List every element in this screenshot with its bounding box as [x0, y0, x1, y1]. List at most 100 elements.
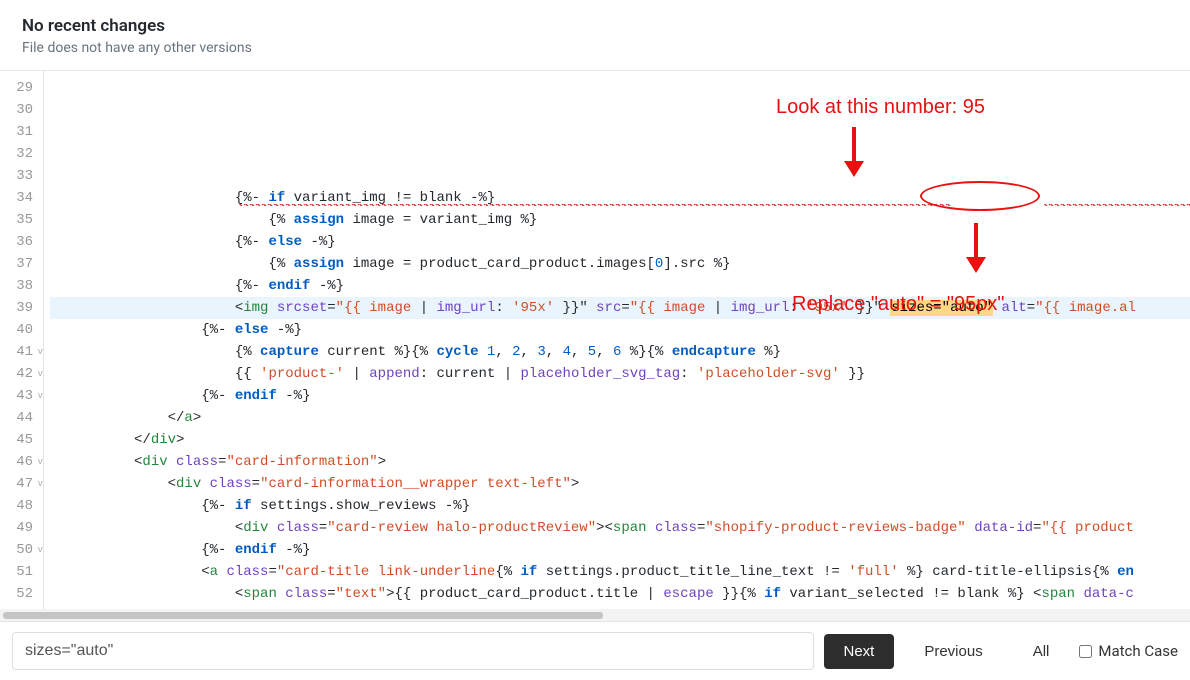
- code-token: span: [1041, 586, 1083, 602]
- code-token: a: [184, 410, 192, 426]
- code-token: }}: [840, 366, 865, 382]
- code-token: class: [655, 520, 697, 536]
- line-number: 37: [0, 253, 43, 275]
- code-token: =: [621, 300, 629, 316]
- code-token: ,: [546, 344, 563, 360]
- code-line[interactable]: </div>: [50, 429, 1190, 451]
- code-token: {%: [50, 212, 294, 228]
- code-token: {{: [50, 366, 260, 382]
- code-token: =: [252, 476, 260, 492]
- code-token: =: [1027, 300, 1035, 316]
- code-line[interactable]: {% assign image = product_card_product.i…: [50, 253, 1190, 275]
- code-token: cycle: [436, 344, 478, 360]
- code-token: image = variant_img %}: [344, 212, 537, 228]
- code-line[interactable]: {% assign image = variant_img %}: [50, 209, 1190, 231]
- code-token: ,: [571, 344, 588, 360]
- code-token: assign: [294, 256, 344, 272]
- previous-button[interactable]: Previous: [904, 634, 1002, 669]
- code-line[interactable]: <div class="card-information">: [50, 451, 1190, 473]
- line-number: 35: [0, 209, 43, 231]
- code-token: current %}{%: [319, 344, 437, 360]
- code-line[interactable]: <a class="card-title link-underline{% if…: [50, 561, 1190, 583]
- line-number: 49: [0, 517, 43, 539]
- code-token: "{{ image.al: [1035, 300, 1136, 316]
- code-token: div: [243, 520, 277, 536]
- code-line[interactable]: <div class="card-information__wrapper te…: [50, 473, 1190, 495]
- code-token: =: [268, 564, 276, 580]
- code-token: {%: [50, 344, 260, 360]
- line-number: 29: [0, 77, 43, 99]
- code-token: variant_selected != blank %} <: [781, 586, 1041, 602]
- fold-icon[interactable]: v: [38, 451, 43, 473]
- code-line[interactable]: </a>: [50, 605, 1190, 609]
- code-token: {%-: [50, 542, 235, 558]
- code-token: <: [50, 520, 243, 536]
- line-number: 30: [0, 99, 43, 121]
- line-number: 46v: [0, 451, 43, 473]
- code-line[interactable]: {%- endif -%}: [50, 385, 1190, 407]
- code-token: alt: [1002, 300, 1027, 316]
- code-token: endif: [235, 388, 277, 404]
- fold-icon[interactable]: v: [38, 473, 43, 495]
- code-token: |: [344, 366, 369, 382]
- code-token: 3: [537, 344, 545, 360]
- code-token: settings.show_reviews -%}: [252, 498, 470, 514]
- code-token: "card-information__wrapper text-left": [260, 476, 571, 492]
- code-line[interactable]: {% capture current %}{% cycle 1, 2, 3, 4…: [50, 341, 1190, 363]
- code-token: [966, 520, 974, 536]
- code-token: 4: [563, 344, 571, 360]
- code-token: en: [1117, 564, 1134, 580]
- code-token: placeholder_svg_tag: [521, 366, 681, 382]
- match-case-option[interactable]: Match Case: [1079, 642, 1178, 660]
- code-token: assign: [294, 212, 344, 228]
- line-number: 34: [0, 187, 43, 209]
- code-line[interactable]: {%- if settings.show_reviews -%}: [50, 495, 1190, 517]
- code-line[interactable]: {%- else -%}: [50, 231, 1190, 253]
- horizontal-scrollbar[interactable]: [0, 609, 1190, 621]
- code-token: {%-: [50, 388, 235, 404]
- code-token: =: [327, 586, 335, 602]
- line-number: 31: [0, 121, 43, 143]
- line-number-gutter: 29303132333435363738394041v42v43v444546v…: [0, 71, 44, 609]
- code-line[interactable]: <img srcset="{{ image | img_url: '95x' }…: [50, 297, 1190, 319]
- code-token: ><: [596, 520, 613, 536]
- all-button[interactable]: All: [1013, 634, 1070, 669]
- code-token: : current |: [420, 366, 521, 382]
- fold-icon[interactable]: v: [38, 363, 43, 385]
- code-line[interactable]: <span class="text">{{ product_card_produ…: [50, 583, 1190, 605]
- code-token: </: [50, 410, 184, 426]
- match-case-checkbox[interactable]: [1079, 645, 1092, 658]
- fold-icon[interactable]: v: [38, 385, 43, 407]
- code-line[interactable]: {%- else -%}: [50, 319, 1190, 341]
- code-token: endif: [268, 278, 310, 294]
- code-token: "shopify-product-reviews-badge": [705, 520, 965, 536]
- code-token: div: [142, 454, 176, 470]
- code-area[interactable]: {%- if variant_img != blank -%} {% assig…: [44, 71, 1190, 609]
- next-button[interactable]: Next: [824, 634, 895, 669]
- code-token: "{{ product: [1041, 520, 1133, 536]
- code-token: |: [420, 300, 437, 316]
- search-input[interactable]: [12, 632, 814, 670]
- code-line[interactable]: {{ 'product-' | append: current | placeh…: [50, 363, 1190, 385]
- code-line[interactable]: </a>: [50, 407, 1190, 429]
- scrollbar-thumb[interactable]: [3, 612, 603, 619]
- code-editor[interactable]: 29303132333435363738394041v42v43v444546v…: [0, 71, 1190, 609]
- code-token: a: [210, 564, 227, 580]
- code-token: class: [210, 476, 252, 492]
- code-token: if: [764, 586, 781, 602]
- code-line[interactable]: <div class="card-review halo-productRevi…: [50, 517, 1190, 539]
- code-line[interactable]: {%- endif -%}: [50, 539, 1190, 561]
- code-token: "text": [336, 586, 386, 602]
- fold-icon[interactable]: v: [38, 341, 43, 363]
- code-token: <: [50, 300, 243, 316]
- line-number: 50v: [0, 539, 43, 561]
- code-token: "card-information": [226, 454, 377, 470]
- code-token: -%}: [268, 322, 302, 338]
- code-token: srcset: [277, 300, 327, 316]
- code-token: class: [277, 520, 319, 536]
- search-highlight: sizes="auto": [890, 300, 993, 316]
- fold-icon[interactable]: v: [38, 539, 43, 561]
- code-line[interactable]: {%- endif -%}: [50, 275, 1190, 297]
- code-token: 5: [588, 344, 596, 360]
- code-token: -%}: [277, 388, 311, 404]
